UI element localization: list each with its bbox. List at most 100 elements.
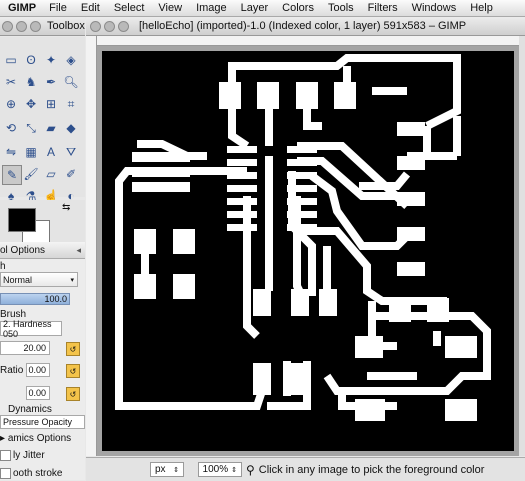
- image-window-controls: [90, 20, 129, 32]
- rotate-icon[interactable]: ⟲: [2, 119, 20, 137]
- pad: [287, 198, 317, 205]
- dynamics-label: Dynamics: [8, 404, 52, 415]
- eraser-icon[interactable]: ▱: [42, 165, 60, 183]
- menu-windows[interactable]: Windows: [405, 2, 464, 14]
- scale-icon[interactable]: ⤡: [22, 119, 40, 137]
- pad: [287, 172, 317, 179]
- close-window-button[interactable]: [2, 20, 13, 32]
- foreground-select-icon[interactable]: ♞: [22, 73, 40, 91]
- dynamics-select[interactable]: Pressure Opacity: [0, 415, 85, 429]
- text-icon[interactable]: A: [42, 143, 60, 161]
- menu-edit[interactable]: Edit: [74, 2, 107, 14]
- pad: [227, 159, 257, 166]
- size-field[interactable]: 20.00: [0, 341, 50, 355]
- color-area: ⇆: [0, 200, 85, 244]
- vertical-ruler[interactable]: [86, 36, 97, 456]
- menu-colors[interactable]: Colors: [275, 2, 321, 14]
- paintbrush-icon[interactable]: 🖌︎: [22, 165, 40, 183]
- scissors-icon[interactable]: ✂: [2, 73, 20, 91]
- reset-angle-icon[interactable]: ↺: [66, 387, 80, 401]
- menu-file[interactable]: File: [42, 2, 74, 14]
- airbrush-icon[interactable]: ✐: [62, 165, 80, 183]
- cage-icon[interactable]: ▦: [22, 143, 40, 161]
- zoom-window-button[interactable]: [30, 20, 41, 32]
- pad: [287, 224, 317, 231]
- toolbox-titlebar: Toolbox - ...: [0, 17, 104, 36]
- checkbox-box: [0, 468, 11, 479]
- lasso-icon[interactable]: ʘ: [22, 51, 40, 69]
- shear-icon[interactable]: ▰: [42, 119, 60, 137]
- pad: [287, 159, 317, 166]
- zoom-icon[interactable]: 🔍︎: [62, 73, 80, 91]
- chevron-updown-icon: ⇕: [231, 466, 237, 474]
- menu-tools[interactable]: Tools: [321, 2, 361, 14]
- menu-filters[interactable]: Filters: [361, 2, 405, 14]
- bucket-fill-icon[interactable]: ⛛: [62, 143, 80, 161]
- zoom-image-window-button[interactable]: [118, 20, 129, 32]
- pad: [355, 399, 385, 421]
- tool-options-tab[interactable]: ol Options ◂: [0, 242, 85, 259]
- minimize-image-window-button[interactable]: [104, 20, 115, 32]
- smooth-stroke-checkbox[interactable]: ooth stroke: [0, 468, 62, 479]
- pad: [291, 289, 309, 316]
- ratio-field[interactable]: 0.00: [26, 363, 50, 377]
- vertical-scrollbar[interactable]: [519, 36, 525, 456]
- unit-select[interactable]: px ⇕: [150, 462, 184, 477]
- horizontal-ruler[interactable]: [96, 36, 525, 46]
- chevron-updown-icon: ⇕: [173, 466, 179, 474]
- perspective-icon[interactable]: ◆: [62, 119, 80, 137]
- opacity-slider[interactable]: 100.0: [0, 293, 70, 305]
- pad: [397, 122, 425, 136]
- tool-options-panel: h Normal ▾ 100.0 Brush 2. Hardness 050 2…: [0, 259, 85, 480]
- move-icon[interactable]: ✥: [22, 95, 40, 113]
- angle-field[interactable]: 0.00: [26, 386, 50, 400]
- pad: [227, 224, 257, 231]
- pad: [253, 289, 271, 316]
- mode-value: Normal: [3, 274, 33, 285]
- pad: [219, 82, 241, 109]
- crop-icon[interactable]: ⌗: [62, 95, 80, 113]
- menu-view[interactable]: View: [151, 2, 189, 14]
- menu-bar: GIMP File Edit Select View Image Layer C…: [0, 0, 525, 17]
- menu-image[interactable]: Image: [189, 2, 234, 14]
- menu-layer[interactable]: Layer: [234, 2, 276, 14]
- close-image-window-button[interactable]: [90, 20, 101, 32]
- foreground-color-swatch[interactable]: [8, 208, 36, 232]
- minimize-window-button[interactable]: [16, 20, 27, 32]
- app-menu[interactable]: GIMP: [0, 2, 42, 14]
- mode-select[interactable]: Normal ▾: [0, 272, 78, 287]
- brush-select[interactable]: 2. Hardness 050: [0, 319, 62, 339]
- paths-icon[interactable]: ✒: [42, 73, 60, 91]
- checkbox-box: [0, 450, 11, 461]
- image-canvas[interactable]: [97, 46, 519, 456]
- color-select-icon[interactable]: ◈: [62, 51, 80, 69]
- pad: [227, 198, 257, 205]
- color-picker-icon[interactable]: ⊕: [2, 95, 20, 113]
- swap-colors-icon[interactable]: ⇆: [62, 202, 70, 213]
- reset-ratio-icon[interactable]: ↺: [66, 364, 80, 378]
- pad: [287, 185, 317, 192]
- zoom-select[interactable]: 100% ⇕: [198, 462, 242, 477]
- pad: [397, 227, 425, 241]
- angle-value: 0.00: [28, 388, 46, 398]
- apply-jitter-checkbox[interactable]: ly Jitter: [0, 450, 45, 461]
- pad: [355, 336, 383, 358]
- pencil-icon[interactable]: ✎: [2, 165, 22, 185]
- status-bar: px ⇕ 100% ⇕ ⚲ Click in any image to pick…: [86, 457, 525, 481]
- dynamics-options-expander[interactable]: ▸ amics Options: [0, 433, 71, 444]
- tab-menu-icon[interactable]: ◂: [76, 245, 81, 256]
- mode-label: h: [0, 261, 6, 272]
- menu-select[interactable]: Select: [107, 2, 152, 14]
- reset-size-icon[interactable]: ↺: [66, 342, 80, 356]
- pad: [227, 172, 257, 179]
- menu-help[interactable]: Help: [463, 2, 500, 14]
- pad: [445, 399, 477, 421]
- fuzzy-select-icon[interactable]: ✦: [42, 51, 60, 69]
- ratio-label: Ratio: [0, 365, 24, 376]
- flip-icon[interactable]: ⇋: [2, 143, 20, 161]
- align-icon[interactable]: ⊞: [42, 95, 60, 113]
- rect-select-icon[interactable]: ▭: [2, 51, 20, 69]
- pad: [227, 185, 257, 192]
- image-window-titlebar: [helloEcho] (imported)-1.0 (Indexed colo…: [86, 17, 525, 36]
- pad: [334, 82, 356, 109]
